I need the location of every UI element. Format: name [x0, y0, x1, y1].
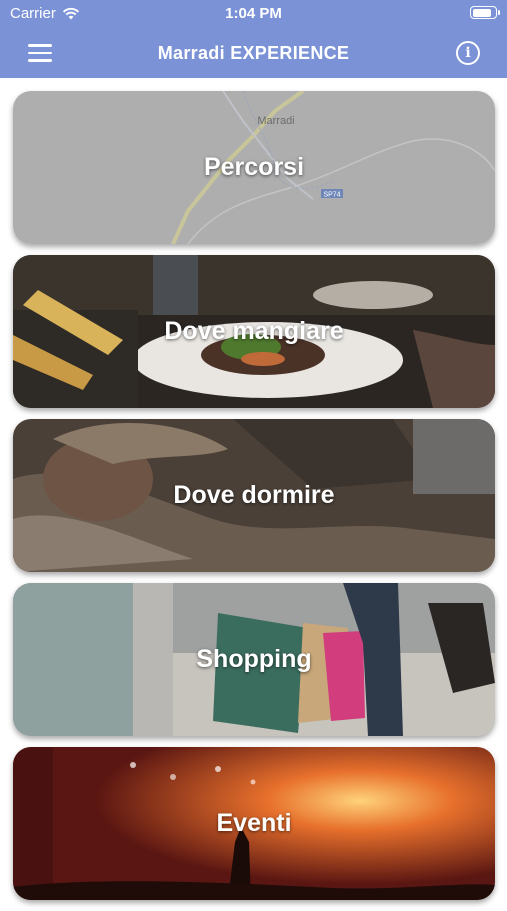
- card-shopping[interactable]: Shopping: [13, 583, 495, 736]
- card-label: Dove dormire: [173, 481, 335, 509]
- navigation-bar: Marradi EXPERIENCE i: [0, 28, 507, 78]
- card-dove-dormire[interactable]: Dove dormire: [13, 419, 495, 572]
- card-percorsi[interactable]: SP74 Marradi Percorsi: [13, 91, 495, 244]
- card-label: Shopping: [196, 645, 312, 673]
- battery-level: [472, 8, 492, 17]
- info-icon[interactable]: i: [456, 41, 480, 65]
- status-time: 1:04 PM: [225, 5, 282, 22]
- app-title: Marradi EXPERIENCE: [157, 43, 350, 63]
- card-eventi[interactable]: Eventi: [13, 747, 495, 900]
- card-dove-mangiare[interactable]: Dove mangiare: [13, 255, 495, 408]
- category-list: SP74 Marradi Percorsi Dove mangiare Dove…: [13, 91, 495, 911]
- status-bar: Carrier 1:04 PM: [0, 0, 507, 28]
- card-label: Dove mangiare: [164, 317, 344, 345]
- card-label: Eventi: [216, 809, 292, 837]
- card-label: Percorsi: [203, 153, 305, 181]
- battery-icon: [470, 6, 500, 19]
